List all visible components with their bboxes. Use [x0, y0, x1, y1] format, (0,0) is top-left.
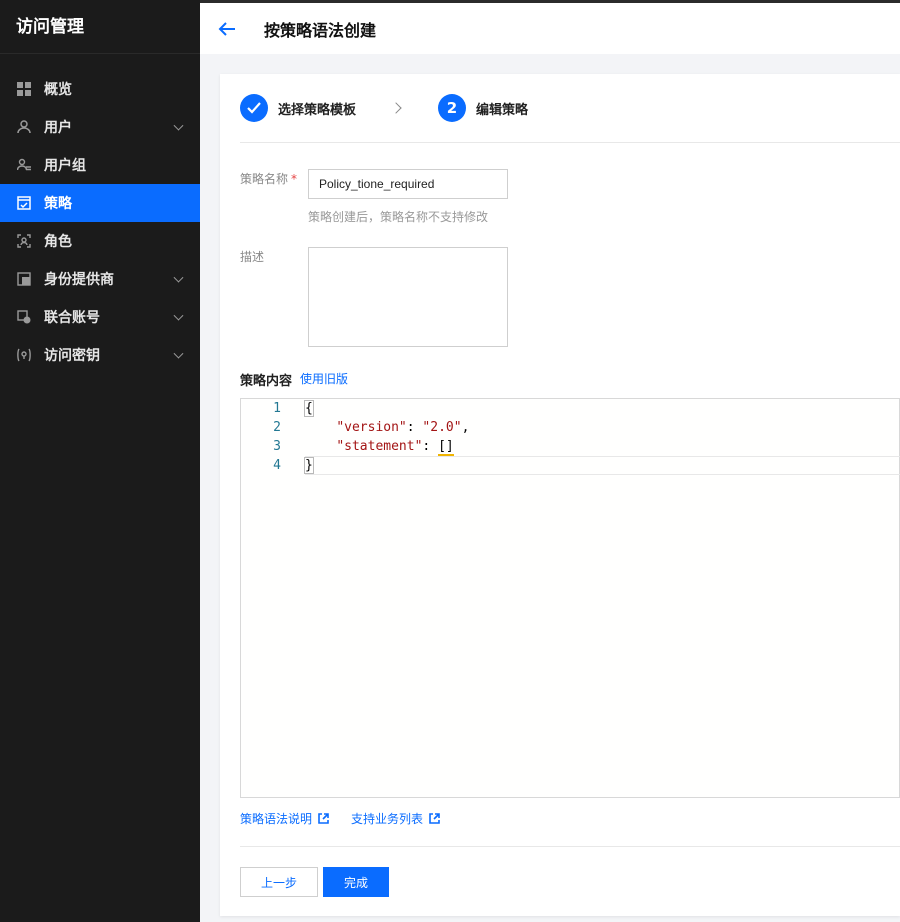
policy-icon: [16, 195, 32, 211]
syntax-guide-link[interactable]: 策略语法说明: [240, 810, 329, 827]
sidebar-item-label: 身份提供商: [44, 272, 114, 288]
description-label: 描述: [240, 250, 265, 264]
sidebar-item-label: 联合账号: [44, 310, 100, 326]
divider: [240, 846, 900, 847]
supported-services-link-text: 支持业务列表: [351, 812, 424, 826]
policy-name-input[interactable]: [308, 169, 508, 199]
code-text: "statement": []: [305, 437, 454, 456]
chevron-down-icon: [173, 120, 184, 131]
check-icon: [240, 94, 268, 122]
policy-name-label-text: 策略名称: [240, 172, 289, 186]
access-key-icon: [16, 347, 32, 363]
sidebar-item-policies[interactable]: 策略: [0, 184, 200, 222]
sidebar-item-label: 概览: [44, 82, 72, 98]
policy-code-editor[interactable]: 1 { 2 "version": "2.0", 3 "statement": […: [240, 398, 900, 798]
code-line: 3 "statement": []: [241, 437, 900, 456]
sidebar-item-label: 访问密钥: [44, 348, 100, 364]
identity-provider-icon: [16, 271, 32, 287]
step-2-label: 编辑策略: [476, 102, 529, 118]
policy-content-title: 策略内容: [240, 374, 293, 389]
page-title: 按策略语法创建: [264, 20, 377, 40]
chevron-right-icon: [390, 102, 402, 114]
code-comma: ,: [461, 420, 470, 435]
supported-services-link[interactable]: 支持业务列表: [351, 810, 440, 827]
code-key: "version": [336, 420, 407, 435]
code-key: "statement": [336, 439, 423, 454]
code-line: 1 {: [241, 399, 900, 418]
code-line: 4 }: [241, 456, 900, 475]
sidebar-item-access-keys[interactable]: 访问密钥: [0, 336, 200, 374]
code-brace: {: [304, 400, 314, 417]
description-textarea[interactable]: [308, 247, 508, 347]
policy-name-label: 策略名称 *: [240, 170, 297, 187]
sidebar-item-identity-providers[interactable]: 身份提供商: [0, 260, 200, 298]
main-card: 选择策略模板 2 编辑策略 策略名称* 策略创建后，策略名称不支持修改 描述 策…: [220, 74, 900, 916]
code-separator: :: [422, 439, 439, 454]
step-2-number: 2: [438, 94, 467, 122]
sidebar-nav: 概览 用户 用户组 策略 角色 身份提供商 联合账号 访问密钥: [0, 70, 200, 374]
step-indicator: 选择策略模板 2 编辑策略: [240, 94, 528, 122]
user-group-icon: [16, 157, 32, 173]
chevron-down-icon: [173, 348, 184, 359]
prev-step-button[interactable]: 上一步: [240, 867, 318, 897]
sidebar-item-label: 策略: [44, 196, 72, 212]
code-brace: }: [304, 457, 314, 474]
code-text: }: [304, 456, 314, 475]
user-icon: [16, 119, 32, 135]
sidebar-item-overview[interactable]: 概览: [0, 70, 200, 108]
sidebar-item-roles[interactable]: 角色: [0, 222, 200, 260]
sidebar-item-label: 用户: [44, 120, 72, 136]
grid-icon: [16, 81, 32, 97]
line-number: 4: [273, 458, 281, 473]
code-string: "2.0": [422, 420, 462, 435]
code-line: 2 "version": "2.0",: [241, 418, 900, 437]
sidebar-item-user-groups[interactable]: 用户组: [0, 146, 200, 184]
syntax-guide-link-text: 策略语法说明: [240, 812, 313, 826]
use-old-version-link[interactable]: 使用旧版: [300, 370, 348, 387]
external-link-icon: [318, 813, 329, 824]
role-icon: [16, 233, 32, 249]
done-button[interactable]: 完成: [323, 867, 389, 897]
app-title: 访问管理: [0, 0, 200, 54]
line-number: 3: [273, 439, 281, 454]
sidebar-item-federated-accounts[interactable]: 联合账号: [0, 298, 200, 336]
code-text: {: [304, 399, 314, 418]
policy-name-hint: 策略创建后，策略名称不支持修改: [308, 210, 489, 224]
sidebar-item-label: 用户组: [44, 158, 86, 174]
sidebar-item-users[interactable]: 用户: [0, 108, 200, 146]
code-text: "version": "2.0",: [305, 418, 469, 437]
help-links: 策略语法说明 支持业务列表: [240, 810, 462, 827]
line-number: 1: [273, 401, 281, 416]
chevron-down-icon: [173, 272, 184, 283]
divider: [240, 142, 900, 143]
required-mark: *: [291, 172, 298, 186]
sidebar: 访问管理 概览 用户 用户组 策略 角色 身份提供商 联合账号 访问密钥: [0, 0, 200, 922]
page-header: 按策略语法创建: [200, 3, 900, 54]
code-separator: :: [406, 420, 423, 435]
code-array: []: [438, 439, 454, 456]
chevron-down-icon: [173, 310, 184, 321]
line-number: 2: [273, 420, 281, 435]
back-arrow-icon[interactable]: [218, 19, 238, 39]
step-1-label: 选择策略模板: [278, 102, 357, 118]
federated-account-icon: [16, 309, 32, 325]
sidebar-item-label: 角色: [44, 234, 72, 250]
external-link-icon: [429, 813, 440, 824]
